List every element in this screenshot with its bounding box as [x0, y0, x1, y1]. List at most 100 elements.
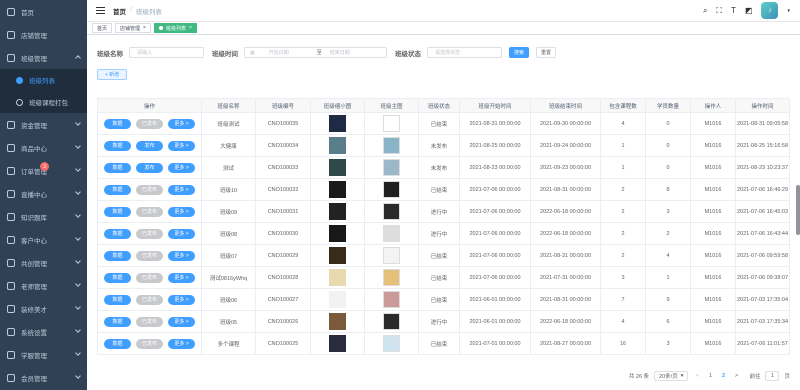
- chevron-icon: [75, 143, 81, 149]
- more-button[interactable]: 更多 >: [168, 338, 195, 349]
- data-button[interactable]: 数据: [104, 184, 131, 195]
- breadcrumb-separator: /: [130, 5, 132, 13]
- page-size-select[interactable]: 20条/页 ▾: [654, 371, 689, 381]
- start-time-cell: 2021-07-06 00:00:00: [459, 222, 531, 245]
- data-button[interactable]: 数据: [104, 272, 131, 283]
- data-button[interactable]: 数据: [104, 338, 131, 349]
- class-name-cell: 班级07: [201, 244, 256, 267]
- publish-button[interactable]: 已发布: [136, 272, 163, 283]
- sidebar-item-14[interactable]: 会员管理: [0, 366, 87, 389]
- more-button[interactable]: 更多 >: [168, 140, 195, 151]
- end-date-input[interactable]: 结束日期: [330, 49, 350, 56]
- end-time-cell: 2022-06-18 00:00:00: [530, 310, 601, 333]
- data-button[interactable]: 数据: [104, 228, 131, 239]
- sidebar-item-11[interactable]: 装修美才: [0, 297, 87, 320]
- next-page-button[interactable]: >: [732, 373, 740, 379]
- page-1[interactable]: 1: [706, 373, 714, 379]
- sidebar-item-4[interactable]: 商品中心: [0, 136, 87, 159]
- data-button[interactable]: 数据: [104, 162, 131, 173]
- more-button[interactable]: 更多 >: [168, 162, 195, 173]
- fullscreen-icon[interactable]: ⛶: [716, 6, 722, 16]
- end-time-cell: 2021-08-31 00:00:00: [530, 244, 601, 267]
- publish-button[interactable]: 已发布: [136, 206, 163, 217]
- data-button[interactable]: 数据: [104, 206, 131, 217]
- operate-time-cell: 2021-07-06 09:38:07: [735, 266, 790, 289]
- search-icon[interactable]: ⌕: [703, 6, 707, 16]
- sidebar-item-1[interactable]: 店铺管理: [0, 23, 87, 46]
- prev-page-button[interactable]: <: [693, 373, 701, 379]
- publish-button[interactable]: 已发布: [136, 250, 163, 261]
- tag-1[interactable]: 店铺管理 ×: [115, 23, 151, 33]
- publish-button[interactable]: 已发布: [136, 294, 163, 305]
- sidebar-item-10[interactable]: 老师管理: [0, 274, 87, 297]
- start-time-cell: 2021-07-06 00:00:00: [459, 200, 531, 223]
- sidebar-item-12[interactable]: 系统设置: [0, 320, 87, 343]
- more-button[interactable]: 更多 >: [168, 184, 195, 195]
- ops-cell: 数据 发布 更多 >: [97, 156, 202, 179]
- breadcrumb-home[interactable]: 首页: [113, 6, 126, 16]
- close-icon[interactable]: ×: [189, 25, 192, 31]
- page-2[interactable]: 2: [719, 373, 727, 379]
- start-date-input[interactable]: 开始日期: [269, 49, 309, 56]
- navbar: 首页 / 班级列表 ⌕ ⛶ T ◩ ♪ ▾: [87, 0, 800, 21]
- more-button[interactable]: 更多 >: [168, 118, 195, 129]
- caret-down-icon[interactable]: ▾: [787, 8, 790, 14]
- class-code-cell: CNO100027: [255, 288, 311, 311]
- sidebar-subitem-1[interactable]: 班级课程打包: [0, 91, 87, 113]
- sidebar-item-0[interactable]: 首页: [0, 0, 87, 23]
- tag-label: 首页: [97, 25, 108, 32]
- tag-0[interactable]: 首页: [92, 23, 113, 33]
- data-button[interactable]: 数据: [104, 118, 131, 129]
- goto-page-input[interactable]: 1: [765, 371, 780, 381]
- reset-button[interactable]: 重置: [536, 47, 556, 58]
- class-main-image: [383, 181, 400, 198]
- chevron-icon: [75, 281, 81, 287]
- sidebar-item-13[interactable]: 学服管理: [0, 343, 87, 366]
- status-cell: 已结束: [418, 178, 460, 201]
- data-button[interactable]: 数据: [104, 140, 131, 151]
- publish-button[interactable]: 已发布: [136, 228, 163, 239]
- more-button[interactable]: 更多 >: [168, 272, 195, 283]
- publish-button[interactable]: 已发布: [136, 316, 163, 327]
- class-name-cell: 班级10: [201, 178, 256, 201]
- class-name-input[interactable]: 请输入: [129, 47, 204, 58]
- add-button[interactable]: + 新增: [97, 69, 127, 80]
- theme-icon[interactable]: ◩: [745, 6, 753, 15]
- hamburger-icon[interactable]: [96, 7, 105, 14]
- publish-button[interactable]: 发布: [136, 140, 163, 151]
- sidebar-item-6[interactable]: 直播中心: [0, 182, 87, 205]
- sidebar-item-5[interactable]: 订单管理 3: [0, 159, 87, 182]
- sidebar-item-9[interactable]: 共创管理: [0, 251, 87, 274]
- status-cell: 已结束: [418, 244, 460, 267]
- more-button[interactable]: 更多 >: [168, 316, 195, 327]
- main-image-cell: [364, 178, 419, 201]
- data-button[interactable]: 数据: [104, 250, 131, 261]
- sidebar-item-2[interactable]: 班级管理: [0, 46, 87, 69]
- search-button[interactable]: 搜索: [509, 47, 529, 58]
- sidebar-item-8[interactable]: 客户中心: [0, 228, 87, 251]
- font-size-icon[interactable]: T: [731, 6, 736, 15]
- more-button[interactable]: 更多 >: [168, 250, 195, 261]
- scrollbar[interactable]: [796, 185, 800, 235]
- more-button[interactable]: 更多 >: [168, 228, 195, 239]
- sidebar-subitem-0[interactable]: 班级列表: [0, 69, 87, 91]
- publish-button[interactable]: 已发布: [136, 338, 163, 349]
- tag-2[interactable]: 班级列表 ×: [153, 23, 197, 33]
- date-range-picker[interactable]: ▦ 开始日期 至 结束日期: [244, 47, 387, 58]
- status-cell: 进行中: [418, 222, 460, 245]
- publish-button[interactable]: 已发布: [136, 118, 163, 129]
- publish-button[interactable]: 已发布: [136, 184, 163, 195]
- sidebar-item-7[interactable]: 知识题库: [0, 205, 87, 228]
- class-status-select[interactable]: 请选择状态: [427, 47, 502, 58]
- publish-button[interactable]: 发布: [136, 162, 163, 173]
- chevron-icon: [75, 166, 81, 172]
- more-button[interactable]: 更多 >: [168, 206, 195, 217]
- more-button[interactable]: 更多 >: [168, 294, 195, 305]
- ops-cell: 数据 已发布 更多 >: [97, 112, 202, 135]
- close-icon[interactable]: ×: [143, 25, 146, 31]
- operate-time-cell: 2021-07-06 16:46:29: [735, 178, 790, 201]
- avatar[interactable]: ♪: [761, 2, 779, 19]
- sidebar-item-3[interactable]: 资金管理: [0, 113, 87, 136]
- data-button[interactable]: 数据: [104, 316, 131, 327]
- data-button[interactable]: 数据: [104, 294, 131, 305]
